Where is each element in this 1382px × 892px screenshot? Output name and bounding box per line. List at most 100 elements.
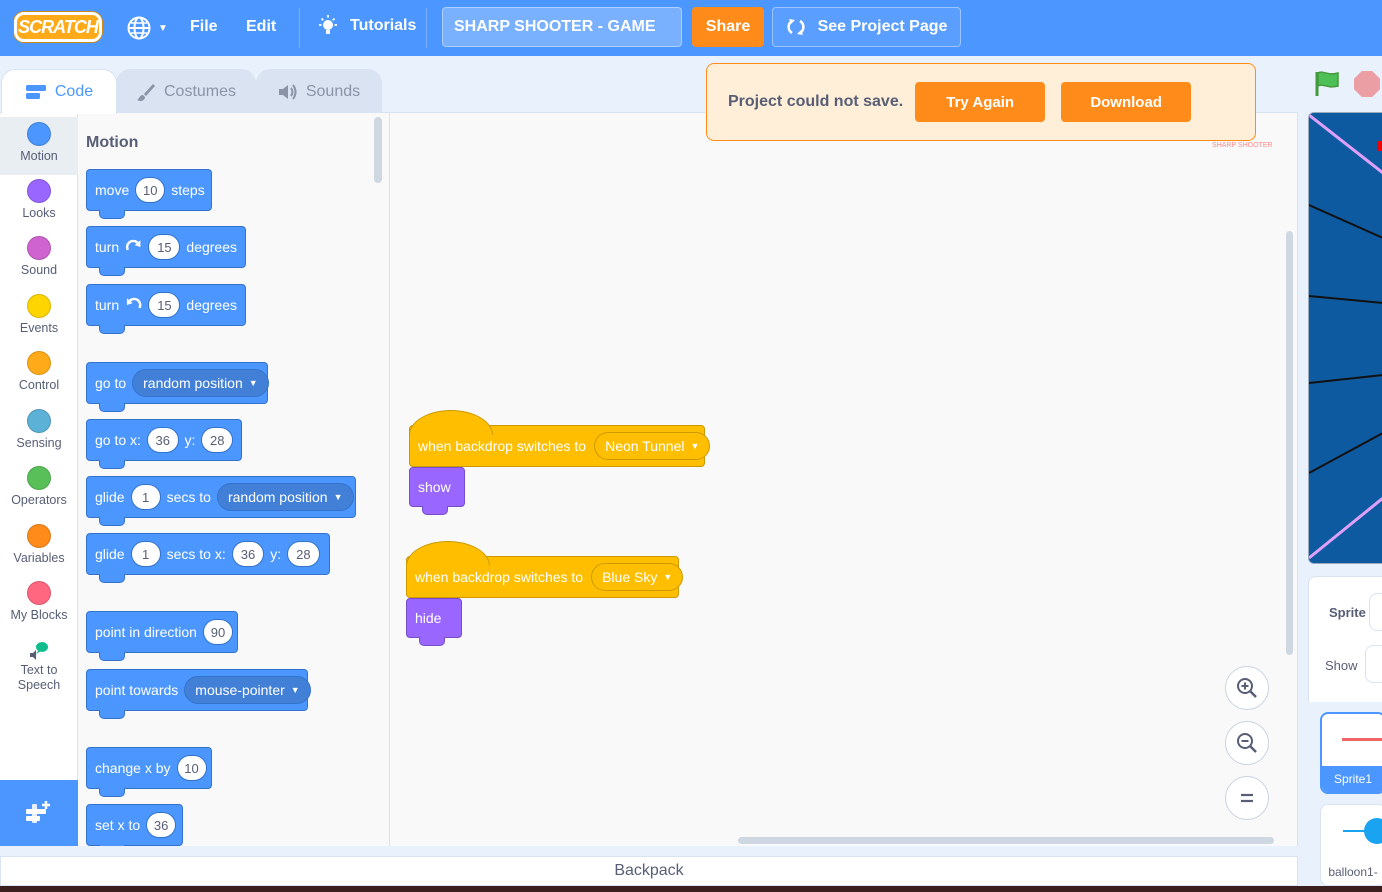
caret-down-icon: ▼ xyxy=(158,22,168,34)
control-color-dot xyxy=(27,351,51,375)
tutorials-button[interactable]: Tutorials xyxy=(316,14,416,38)
turn-right-block[interactable]: turn 15 degrees xyxy=(86,226,246,276)
point-in-direction-block[interactable]: point in direction 90 xyxy=(86,611,238,661)
block-text: y: xyxy=(270,546,282,562)
sprite-name-input[interactable] xyxy=(1369,593,1382,631)
secs-input[interactable]: 1 xyxy=(130,541,161,567)
position-dropdown[interactable]: random position ▼ xyxy=(216,483,354,511)
category-label: Sound xyxy=(20,263,58,277)
caret-down-icon: ▼ xyxy=(248,378,258,388)
secs-input[interactable]: 1 xyxy=(130,484,161,510)
green-flag-icon[interactable] xyxy=(1313,70,1341,98)
scratch-logo[interactable]: SCRATCH xyxy=(14,12,102,42)
see-project-page-button[interactable]: See Project Page xyxy=(772,7,961,47)
block-text: steps xyxy=(171,182,205,198)
x-input[interactable]: 36 xyxy=(231,541,265,567)
go-to-xy-block[interactable]: go to x: 36 y: 28 xyxy=(86,419,242,469)
glide-xy-block[interactable]: glide 1 secs to x: 36 y: 28 xyxy=(86,533,330,583)
when-backdrop-switches-hat-block[interactable]: when backdrop switches to Neon Tunnel ▼ xyxy=(409,410,711,467)
tab-sounds[interactable]: Sounds xyxy=(256,69,382,113)
category-motion[interactable]: Motion xyxy=(0,117,78,175)
file-menu[interactable]: File xyxy=(190,18,218,36)
backpack-bar[interactable]: Backpack xyxy=(0,856,1298,886)
zoom-in-button[interactable] xyxy=(1225,666,1269,710)
hide-block[interactable]: hide xyxy=(406,598,462,646)
show-toggle[interactable] xyxy=(1365,645,1382,683)
block-text: show xyxy=(418,479,451,495)
share-button[interactable]: Share xyxy=(692,7,764,47)
block-text: point in direction xyxy=(95,624,197,640)
category-label: Text to Speech xyxy=(17,663,61,692)
target-dropdown[interactable]: mouse-pointer ▼ xyxy=(184,676,311,704)
show-block[interactable]: show xyxy=(409,467,465,515)
sprite-thumbnail[interactable]: balloon1- xyxy=(1320,804,1382,886)
point-towards-block[interactable]: point towards mouse-pointer ▼ xyxy=(86,669,311,719)
category-operators[interactable]: Operators xyxy=(0,466,78,524)
turn-left-block[interactable]: turn 15 degrees xyxy=(86,284,246,334)
tab-costumes[interactable]: Costumes xyxy=(116,69,256,113)
category-control[interactable]: Control xyxy=(0,351,78,409)
workspace-vertical-scrollbar[interactable] xyxy=(1286,231,1293,655)
sprite-list: Sprite1 balloon1- xyxy=(1308,702,1382,892)
when-backdrop-switches-hat-block[interactable]: when backdrop switches to Blue Sky ▼ xyxy=(406,541,684,598)
category-label: Variables xyxy=(13,551,65,565)
category-sensing[interactable]: Sensing xyxy=(0,409,78,467)
zoom-in-icon xyxy=(1237,678,1257,698)
edit-menu[interactable]: Edit xyxy=(246,18,276,36)
change-x-block[interactable]: change x by 10 xyxy=(86,747,212,797)
stop-icon[interactable] xyxy=(1354,71,1380,97)
sound-color-dot xyxy=(27,236,51,260)
block-text: glide xyxy=(95,546,125,562)
go-to-block[interactable]: go to random position ▼ xyxy=(86,362,269,412)
download-button[interactable]: Download xyxy=(1061,82,1192,122)
position-dropdown[interactable]: random position ▼ xyxy=(132,369,269,397)
workspace-horizontal-scrollbar[interactable] xyxy=(738,837,1274,844)
tutorials-label: Tutorials xyxy=(350,17,417,34)
block-text: point towards xyxy=(95,682,179,698)
globe-icon xyxy=(127,16,151,40)
backdrop-dropdown[interactable]: Blue Sky ▼ xyxy=(591,563,684,591)
script-workspace[interactable]: SHARP SHOOTER when backdrop switches to … xyxy=(390,112,1298,846)
zoom-out-button[interactable] xyxy=(1225,721,1269,765)
my-blocks-color-dot xyxy=(27,581,51,605)
brush-icon xyxy=(136,83,155,101)
reset-zoom-button[interactable] xyxy=(1225,776,1269,820)
caret-down-icon: ▼ xyxy=(690,441,700,451)
y-input[interactable]: 28 xyxy=(287,541,320,567)
block-text: hide xyxy=(415,610,442,626)
block-palette: Motion move 10 steps turn 15 degrees tur… xyxy=(78,112,390,846)
category-variables[interactable]: Variables xyxy=(0,524,78,582)
category-events[interactable]: Events xyxy=(0,294,78,352)
stage-canvas[interactable] xyxy=(1308,112,1382,564)
try-again-button[interactable]: Try Again xyxy=(915,82,1046,122)
add-extension-button[interactable] xyxy=(0,780,78,846)
category-text-to-speech[interactable]: Text to Speech xyxy=(0,639,78,699)
x-input[interactable]: 36 xyxy=(146,427,179,453)
backdrop-dropdown[interactable]: Neon Tunnel ▼ xyxy=(594,432,711,460)
block-text: degrees xyxy=(186,239,237,255)
x-input[interactable]: 36 xyxy=(146,812,177,838)
move-steps-block[interactable]: move 10 steps xyxy=(86,169,212,219)
variables-color-dot xyxy=(27,524,51,548)
category-my-blocks[interactable]: My Blocks xyxy=(0,581,78,639)
palette-scrollbar[interactable] xyxy=(374,117,382,183)
glide-block[interactable]: glide 1 secs to random position ▼ xyxy=(86,476,356,526)
steps-input[interactable]: 10 xyxy=(135,177,166,203)
degrees-input[interactable]: 15 xyxy=(148,292,181,318)
sprite-thumbnail-image xyxy=(1342,738,1382,741)
dropdown-value: Blue Sky xyxy=(602,569,658,585)
sprite-thumbnail[interactable]: Sprite1 xyxy=(1320,712,1382,794)
category-sound[interactable]: Sound xyxy=(0,236,78,294)
dropdown-value: random position xyxy=(143,375,243,391)
language-menu[interactable]: ▼ xyxy=(126,14,170,42)
y-input[interactable]: 28 xyxy=(201,427,233,453)
project-title-input[interactable]: SHARP SHOOTER - GAME xyxy=(442,7,682,47)
set-x-block[interactable]: set x to 36 xyxy=(86,804,183,846)
block-text: go to xyxy=(95,375,127,391)
dropdown-value: Neon Tunnel xyxy=(605,438,685,454)
tab-code[interactable]: Code xyxy=(1,69,117,114)
degrees-input[interactable]: 15 xyxy=(148,234,181,260)
category-looks[interactable]: Looks xyxy=(0,179,78,237)
direction-input[interactable]: 90 xyxy=(202,619,233,645)
x-change-input[interactable]: 10 xyxy=(176,755,207,781)
